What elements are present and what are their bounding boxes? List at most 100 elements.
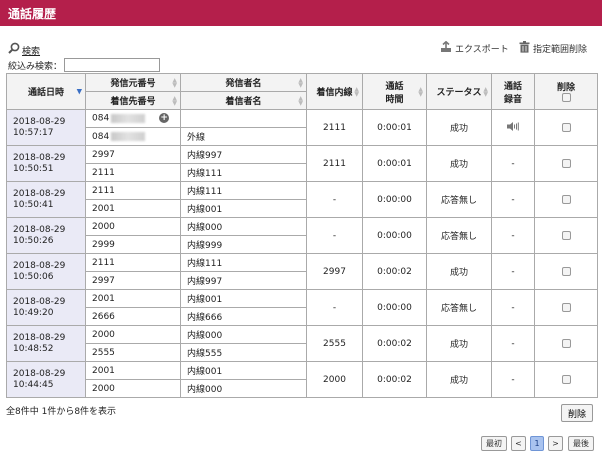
row-delete-checkbox[interactable] <box>561 338 571 348</box>
from-name-cell: 内線000 <box>180 325 307 344</box>
delete-button[interactable]: 削除 <box>561 404 593 422</box>
filter-bar: 絞込み検索： <box>8 58 161 72</box>
extension-cell: 2997 <box>306 253 363 290</box>
call-date: 2018-08-29 <box>13 332 66 343</box>
page-last-button[interactable]: 最後 <box>568 436 594 451</box>
status-value: 応答無し <box>440 196 477 206</box>
status-cell: 応答無し <box>426 217 492 254</box>
filter-input[interactable] <box>64 58 161 72</box>
row-delete-checkbox[interactable] <box>561 374 571 384</box>
table-row: 2018-08-29 10:50:41 2111 内線111 - 0:00:00 応答無し - <box>6 181 598 218</box>
page-prev-button[interactable]: < <box>511 436 526 451</box>
page-current-button[interactable]: 1 <box>530 436 544 451</box>
extension-cell: 2111 <box>306 145 363 182</box>
export-button[interactable]: エクスポート <box>440 38 509 55</box>
from-name: 内線001 <box>187 295 223 305</box>
select-all-checkbox[interactable] <box>561 93 571 102</box>
from-name: 内線001 <box>187 367 223 377</box>
extension-cell: - <box>306 217 363 254</box>
row-delete-checkbox[interactable] <box>561 230 571 240</box>
to-number-cell: 2001 <box>85 199 181 218</box>
datetime-cell: 2018-08-29 10:50:26 <box>6 217 86 254</box>
recording-value: - <box>511 266 515 277</box>
header-duration[interactable]: 通話 時間 ▲ ▼ <box>362 73 427 110</box>
duration-cell: 0:00:00 <box>362 289 427 326</box>
header-extension[interactable]: 着信内線 ▲ ▼ <box>306 73 363 110</box>
recording-cell <box>491 109 535 146</box>
header-callee-number[interactable]: 着信先番号 ▲ ▼ <box>85 91 181 110</box>
trash-icon <box>519 40 530 53</box>
duration-value: 0:00:01 <box>377 122 412 133</box>
call-time: 10:48:52 <box>13 343 54 354</box>
datetime-cell: 2018-08-29 10:50:41 <box>6 181 86 218</box>
extension-cell: 2555 <box>306 325 363 362</box>
row-delete-checkbox[interactable] <box>561 302 571 312</box>
speaker-icon[interactable] <box>507 121 519 131</box>
to-name: 内線111 <box>187 169 223 179</box>
to-number: 2001 <box>92 203 115 214</box>
header-caller-number[interactable]: 発信元番号 ▲ ▼ <box>85 73 181 92</box>
delete-cell <box>534 289 598 326</box>
datetime-cell: 2018-08-29 10:44:45 <box>6 361 86 398</box>
header-duration-line1: 通話 <box>385 81 404 92</box>
masked-digits <box>111 131 146 141</box>
from-number-cell: 2111 <box>85 253 181 272</box>
sort-icon: ▲ ▼ <box>298 94 303 107</box>
export-icon <box>441 40 451 52</box>
extension-cell: - <box>306 289 363 326</box>
result-summary: 全8件中 1件から8件を表示 <box>6 407 117 417</box>
duration-value: 0:00:00 <box>377 194 412 205</box>
to-number: 2666 <box>92 311 115 322</box>
from-name: 内線000 <box>187 331 223 341</box>
row-delete-checkbox[interactable] <box>561 158 571 168</box>
row-delete-checkbox[interactable] <box>561 194 571 204</box>
to-number-cell: 2555 <box>85 343 181 362</box>
range-delete-button[interactable]: 指定範囲削除 <box>519 38 587 55</box>
from-name: 内線997 <box>187 151 223 161</box>
row-delete-checkbox[interactable] <box>561 266 571 276</box>
to-number: 2555 <box>92 347 115 358</box>
duration-value: 0:00:01 <box>377 158 412 169</box>
duration-value: 0:00:02 <box>377 338 412 349</box>
from-number: 2001 <box>92 293 115 304</box>
page-title: 通話履歴 <box>8 7 57 21</box>
row-delete-checkbox[interactable] <box>561 122 571 132</box>
recording-cell: - <box>491 325 535 362</box>
from-number: 2001 <box>92 365 115 376</box>
range-delete-label: 指定範囲削除 <box>533 45 588 55</box>
sort-desc-icon: ▼ <box>76 87 82 95</box>
call-date: 2018-08-29 <box>13 224 66 235</box>
to-name: 内線555 <box>187 349 223 359</box>
to-number-cell: 2997 <box>85 271 181 290</box>
status-value: 成功 <box>449 160 468 170</box>
add-contact-icon[interactable]: + <box>159 113 170 124</box>
from-name-cell: 内線997 <box>180 145 307 164</box>
status-cell: 成功 <box>426 325 492 362</box>
filter-label: 絞込み検索： <box>8 61 63 72</box>
table-row: 2018-08-29 10:50:26 2000 内線000 - 0:00:00 応答無し - <box>6 217 598 254</box>
magnifier-icon <box>8 42 20 54</box>
table-row: 2018-08-29 10:57:17 084 +2111 0:00:01 成功 <box>6 109 598 146</box>
header-status[interactable]: ステータス ▲ ▼ <box>426 73 492 110</box>
call-time: 10:57:17 <box>13 127 54 138</box>
to-name-cell: 内線000 <box>180 379 307 398</box>
delete-cell <box>534 109 598 146</box>
status-value: 成功 <box>449 376 468 386</box>
sort-icon: ▲ ▼ <box>172 94 177 107</box>
extension-value: 2555 <box>323 338 346 349</box>
search-link[interactable]: 検索 <box>8 38 40 57</box>
status-value: 成功 <box>449 340 468 350</box>
to-number-cell: 2666 <box>85 307 181 326</box>
page-first-button[interactable]: 最初 <box>481 436 507 451</box>
header-callee-name[interactable]: 着信者名 ▲ ▼ <box>180 91 307 110</box>
to-name-cell: 内線999 <box>180 235 307 254</box>
extension-value: - <box>332 230 337 241</box>
extension-value: 2111 <box>323 158 346 169</box>
header-caller-name[interactable]: 発信者名 ▲ ▼ <box>180 73 307 92</box>
table-row: 2018-08-29 10:50:06 2111 内線111 2997 0:00:02 成功… <box>6 253 598 290</box>
recording-value: - <box>511 302 515 313</box>
page-next-button[interactable]: > <box>548 436 563 451</box>
call-date: 2018-08-29 <box>13 152 66 163</box>
header-datetime[interactable]: 通話日時 ▼ <box>6 73 86 110</box>
recording-cell: - <box>491 145 535 182</box>
